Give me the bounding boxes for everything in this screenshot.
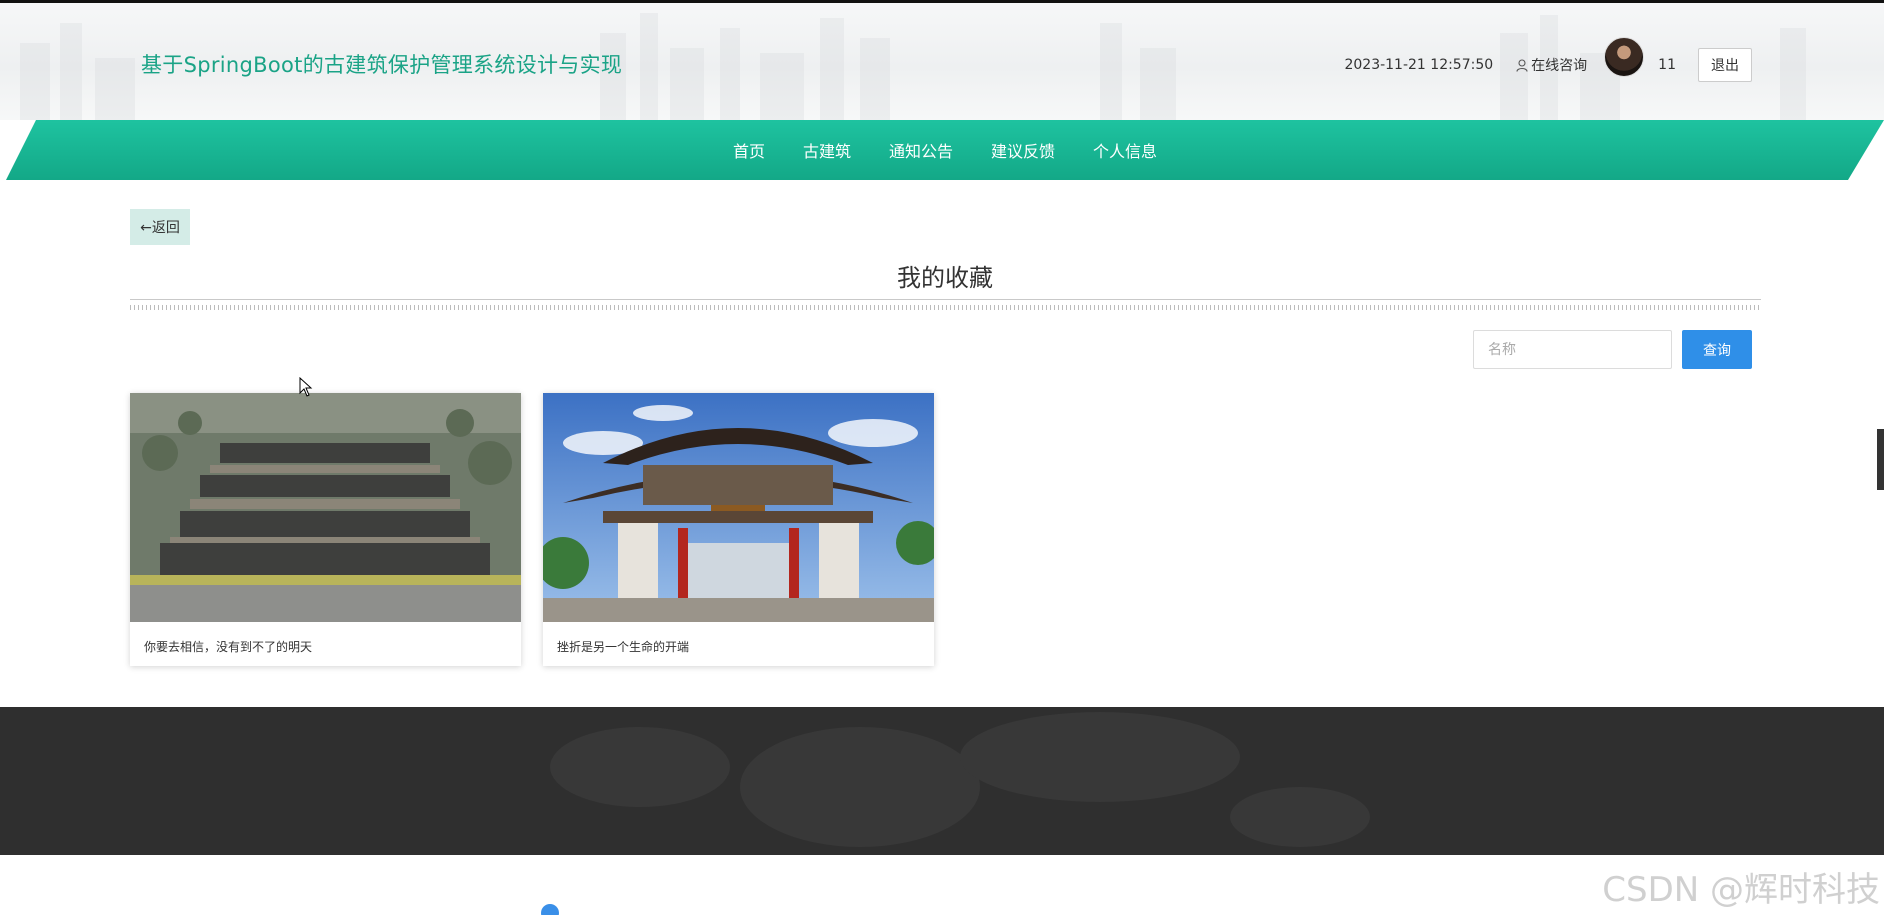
favorite-card[interactable]: 挫折是另一个生命的开端	[543, 393, 934, 666]
title-divider	[130, 299, 1761, 311]
card-image-courtyard	[130, 393, 521, 622]
page-title: 我的收藏	[897, 264, 993, 292]
avatar[interactable]	[1604, 37, 1645, 77]
nav-item-feedback[interactable]: 建议反馈	[991, 138, 1055, 162]
favorite-card[interactable]: 你要去相信，没有到不了的明天	[130, 393, 521, 666]
site-title: 基于SpringBoot的古建筑保护管理系统设计与实现	[141, 53, 623, 77]
world-map-background	[550, 712, 1370, 847]
nav-items: 首页 古建筑 通知公告 建议反馈 个人信息	[6, 120, 1884, 180]
username: 11	[1658, 57, 1676, 73]
side-scroll-tab[interactable]	[1877, 429, 1884, 490]
site-header: 基于SpringBoot的古建筑保护管理系统设计与实现 2023-11-21 1…	[0, 3, 1884, 120]
logout-button[interactable]: 退出	[1698, 48, 1752, 82]
site-footer	[0, 707, 1884, 855]
floating-chat-icon[interactable]	[541, 904, 559, 915]
nav-item-home[interactable]: 首页	[733, 138, 765, 162]
mouse-cursor-icon	[299, 377, 313, 397]
datetime-display: 2023-11-21 12:57:50	[1344, 57, 1494, 73]
nav-item-profile[interactable]: 个人信息	[1093, 138, 1157, 162]
card-caption: 挫折是另一个生命的开端	[557, 640, 690, 654]
user-icon	[1516, 58, 1528, 72]
online-consult-label: 在线咨询	[1531, 58, 1588, 74]
nav-item-notices[interactable]: 通知公告	[889, 138, 953, 162]
search-button[interactable]: 查询	[1682, 330, 1752, 369]
watermark: CSDN @辉时科技	[1602, 870, 1880, 910]
card-image-pagoda-gate	[543, 393, 934, 622]
nav-item-ancient-buildings[interactable]: 古建筑	[803, 138, 851, 162]
card-caption: 你要去相信，没有到不了的明天	[144, 640, 313, 654]
online-consult-link[interactable]: 在线咨询	[1516, 55, 1587, 75]
back-button[interactable]: ←返回	[130, 209, 190, 245]
search-input[interactable]	[1473, 330, 1672, 369]
main-nav: 首页 古建筑 通知公告 建议反馈 个人信息	[6, 120, 1884, 180]
header-user-area: 2023-11-21 12:57:50 在线咨询 11 退出	[1344, 37, 1752, 87]
